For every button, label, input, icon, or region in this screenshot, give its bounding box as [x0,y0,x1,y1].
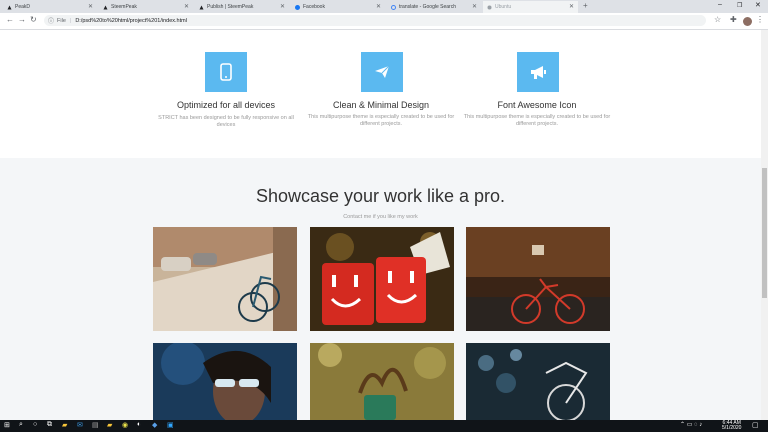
feature-description: STRICT has been designed to be fully res… [158,115,294,128]
feature-description: This multipurpose theme is especially cr… [463,114,611,127]
clock-date: 5/1/2020 [722,425,742,431]
close-icon[interactable]: ✕ [472,3,477,10]
extensions-icon[interactable]: ✚ [730,15,737,24]
showcase-subtitle: Contact me if you like my work [343,214,418,220]
paper-plane-icon [375,65,390,78]
facebook-icon [295,4,300,10]
tab-label: translate - Google Search [399,4,456,10]
close-icon[interactable]: ✕ [280,3,285,10]
url-text[interactable]: D:/psd%20to%20html/project%201/index.htm… [75,18,187,24]
task-view-icon[interactable]: ⧉ [47,421,52,429]
mobile-icon [220,63,232,81]
globe-icon [487,5,492,10]
taskbar-clock[interactable]: 6:44 AM 5/1/2020 [722,421,741,431]
notifications-icon[interactable]: ▢ [752,421,759,429]
portfolio-image-bicycle-street[interactable] [153,227,297,331]
url-scheme-label: File [57,17,66,24]
close-icon[interactable]: ✕ [569,3,574,10]
portfolio-image-smiley-mugs[interactable] [310,227,454,331]
showcase-title: Showcase your work like a pro. [255,186,506,206]
tab-publish-steempeak[interactable]: Publish | SteemPeak ✕ [195,1,289,13]
new-tab-button[interactable]: + [583,1,588,10]
bookmark-star-icon[interactable]: ☆ [714,15,721,24]
portfolio-image-woman-sunglasses[interactable] [153,343,297,420]
search-icon[interactable]: ⌕ [19,421,23,429]
tab-label: Publish | SteemPeak [207,4,254,10]
feature-description: This multipurpose theme is especially cr… [307,114,455,127]
info-icon[interactable]: ⓘ [48,16,54,25]
portfolio-image-bicycle-bokeh[interactable] [466,343,610,420]
feature-icon-box [517,52,559,92]
tab-steempeak[interactable]: SteemPeak ✕ [99,1,193,13]
tab-label: Ubuntu [495,4,512,10]
tab-peakd[interactable]: PeakD ✕ [3,1,97,13]
close-icon[interactable]: ✕ [376,3,381,10]
chrome-icon[interactable]: ◉ [122,421,128,429]
maximize-icon[interactable]: ❐ [737,2,742,9]
tab-label: PeakD [15,4,31,10]
scrollbar-thumb[interactable] [762,168,767,298]
megaphone-icon [531,66,546,79]
close-icon[interactable]: ✕ [184,3,189,10]
taskbar [0,420,768,432]
tab-facebook[interactable]: Facebook ✕ [291,1,385,13]
steempeak-icon [199,5,204,10]
close-icon[interactable]: ✕ [88,3,93,10]
reload-icon[interactable]: ↻ [30,15,37,24]
feature-title: Clean & Minimal Design [332,100,430,110]
menu-icon[interactable]: ⋮ [756,15,764,24]
portfolio-image-coffee-splash[interactable] [310,343,454,420]
back-icon[interactable]: ← [6,15,14,24]
app-icon[interactable]: ▤ [92,421,99,429]
feature-icon-box [205,52,247,92]
address-bar[interactable]: ⓘ File | D:/psd%20to%20html/project%201/… [44,15,706,26]
feature-title: Optimized for all devices [176,100,276,110]
peakd-icon [7,5,12,10]
file-explorer-icon[interactable]: ▰ [62,421,67,429]
steempeak-icon [103,5,108,10]
feature-icon-box [361,52,403,92]
tab-active[interactable]: Ubuntu ✕ [483,1,578,13]
tab-label: Facebook [303,4,325,10]
tab-google-search[interactable]: translate - Google Search ✕ [387,1,481,13]
google-icon [391,4,396,10]
portfolio-image-red-bicycle[interactable] [466,227,610,331]
minimize-icon[interactable]: – [718,1,722,8]
folder-icon[interactable]: ▰ [107,421,112,429]
app-icon[interactable]: ◆ [152,421,157,429]
cortana-icon[interactable]: ○ [33,421,37,428]
profile-avatar[interactable] [743,17,752,26]
mail-icon[interactable]: ✉ [77,421,83,429]
photoshop-icon[interactable]: ▣ [167,421,174,429]
windows-start-icon[interactable]: ⊞ [4,421,10,429]
app-icon[interactable]: ◐ [137,421,141,428]
forward-icon[interactable]: → [18,15,26,24]
features-section [0,30,761,158]
divider: | [69,17,72,24]
system-tray-icons[interactable]: ⌃ ▭ ◌ ♪ [680,421,702,428]
feature-title: Font Awesome Icon [497,100,577,110]
tab-label: SteemPeak [111,4,137,10]
window-close-icon[interactable]: ✕ [755,1,761,9]
